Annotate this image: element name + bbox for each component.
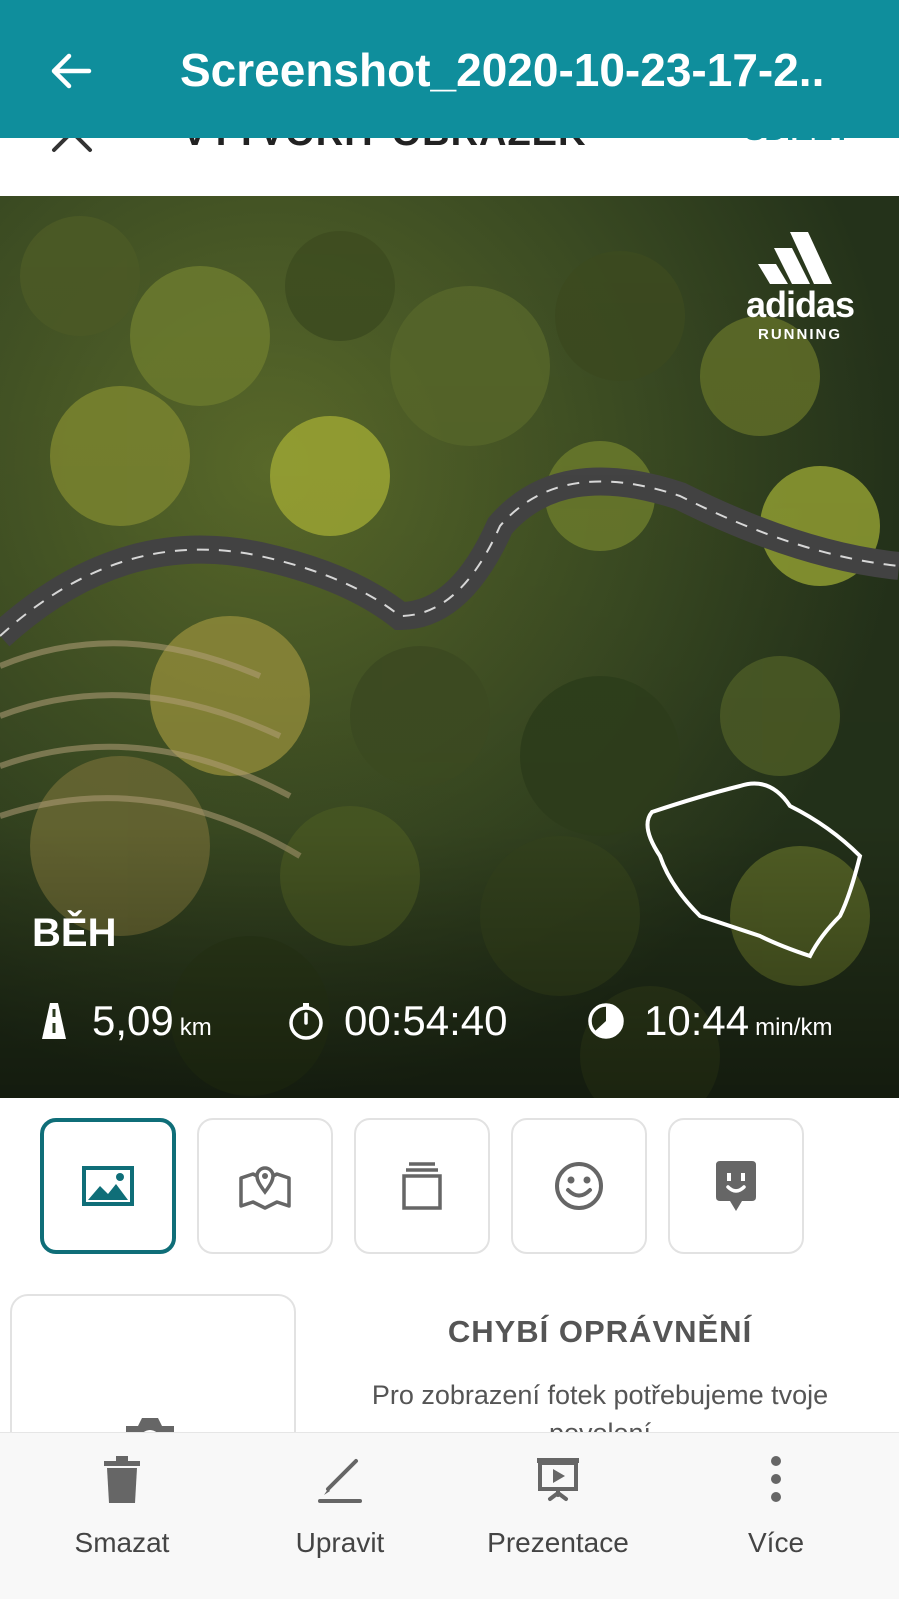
tool-layout[interactable] (354, 1118, 490, 1254)
stat-duration-value: 00:54:40 (344, 997, 508, 1044)
bottom-action-bar: Smazat Upravit Prezentace Více (0, 1432, 899, 1599)
stopwatch-icon (289, 1003, 323, 1040)
stat-distance: 5,09 km (34, 986, 212, 1056)
activity-type: BĚH (32, 911, 117, 955)
adidas-stripes-icon (758, 232, 832, 284)
more-vert-icon (771, 1456, 781, 1502)
screen-title: Screenshot_2020-10-23-17-2.. (180, 44, 825, 96)
close-icon[interactable] (50, 138, 94, 154)
adidas-running-logo: adidas RUNNING (730, 226, 870, 346)
road-icon (42, 1003, 66, 1039)
brand-sub: RUNNING (758, 326, 842, 343)
delete-label: Smazat (74, 1527, 170, 1558)
slideshow-icon (537, 1458, 579, 1501)
back-button[interactable] (44, 44, 98, 98)
tool-background-image[interactable] (40, 1118, 176, 1254)
pace-icon (588, 1003, 624, 1039)
image-icon (82, 1166, 134, 1206)
slideshow-label: Prezentace (487, 1527, 629, 1558)
stat-pace-unit: min/km (755, 1014, 833, 1041)
more-label: Více (747, 1527, 805, 1558)
stat-pace-value: 10:44 (644, 997, 750, 1044)
edit-label: Upravit (295, 1527, 385, 1558)
pencil-icon (318, 1459, 362, 1503)
activity-photo: adidas RUNNING BĚH 5,09 km 00:54:40 10:4… (0, 196, 899, 1098)
stat-duration: 00:54:40 (286, 986, 508, 1056)
stat-distance-unit: km (179, 1014, 212, 1041)
tool-map[interactable] (197, 1118, 333, 1254)
share-button[interactable]: SDÍLET (744, 138, 851, 148)
editor-title: VYTVOŘIT OBRÁZEK (182, 138, 586, 155)
map-pin-icon (239, 1166, 291, 1210)
brand-word: adidas (745, 284, 855, 325)
stat-pace: 10:44 min/km (586, 986, 832, 1056)
trash-icon (104, 1456, 140, 1503)
sticker-icon (716, 1161, 756, 1211)
stat-distance-value: 5,09 (92, 997, 174, 1044)
edit-button[interactable]: Upravit (240, 1433, 440, 1599)
editor-header: VYTVOŘIT OBRÁZEK SDÍLET (0, 138, 899, 196)
more-button[interactable]: Více (676, 1433, 876, 1599)
slideshow-button[interactable]: Prezentace (458, 1433, 658, 1599)
activity-stats: 5,09 km 00:54:40 10:44 min/km (0, 986, 899, 1056)
delete-button[interactable]: Smazat (22, 1433, 222, 1599)
arrow-left-icon (51, 53, 92, 89)
layers-icon (402, 1162, 442, 1210)
tool-emoji[interactable] (511, 1118, 647, 1254)
top-app-bar: Screenshot_2020-10-23-17-2.. (0, 0, 899, 138)
smiley-icon (555, 1162, 603, 1210)
tool-sticker[interactable] (668, 1118, 804, 1254)
permission-title: CHYBÍ OPRÁVNĚNÍ (447, 1314, 753, 1349)
